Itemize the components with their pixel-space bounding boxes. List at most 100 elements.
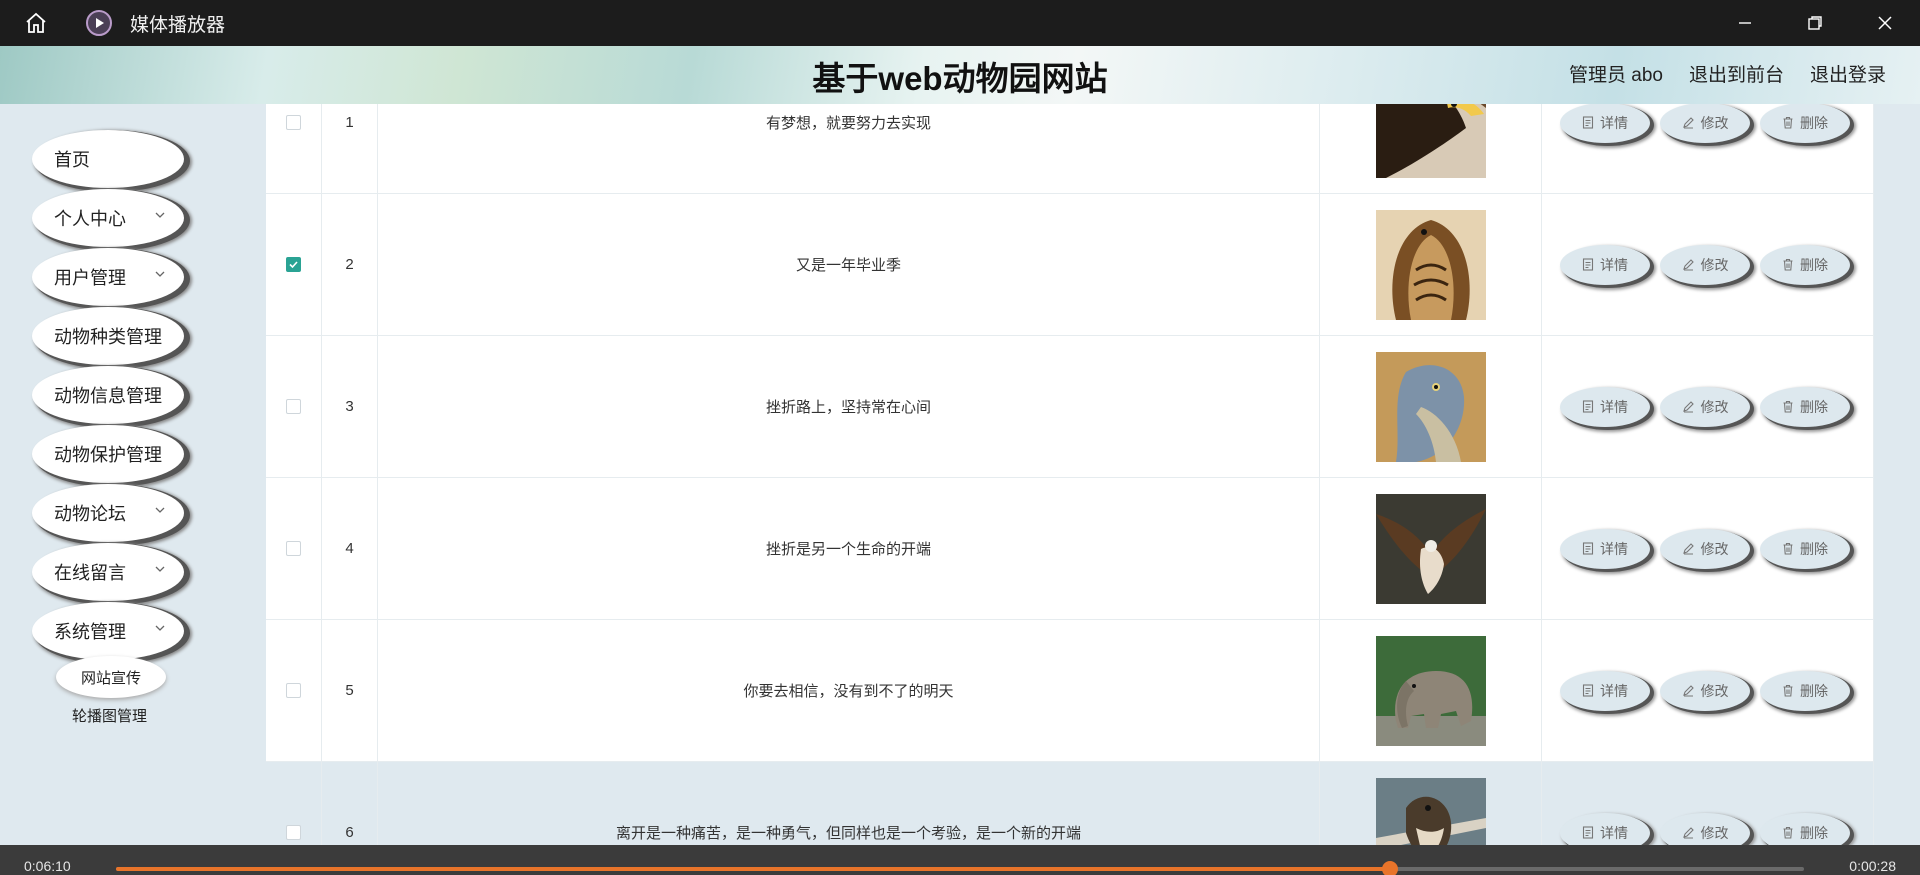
minimize-button[interactable] [1710,0,1780,46]
detail-button[interactable]: 详情 [1560,244,1650,285]
sidebar-item-animal-info[interactable]: 动物信息管理 [32,366,184,424]
detail-button[interactable]: 详情 [1560,386,1650,427]
sidebar-item-animal-protection[interactable]: 动物保护管理 [32,425,184,483]
sidebar-item-label: 首页 [54,150,90,170]
edit-button[interactable]: 修改 [1660,244,1750,285]
document-icon [1582,258,1594,271]
close-button[interactable] [1850,0,1920,46]
sidebar-item-user-management[interactable]: 用户管理 [32,248,184,306]
row-checkbox[interactable] [286,825,301,840]
sidebar-item-label: 系统管理 [54,622,126,642]
media-controls: 0:06:10 0:00:28 [0,845,1920,875]
chevron-down-icon [155,212,165,218]
seek-handle[interactable] [1382,861,1399,875]
sidebar: 首页 个人中心 用户管理 动物种类管理 动物信息管理 动物保护管理 动物论坛 在… [0,104,222,845]
elapsed-time: 0:06:10 [24,858,71,874]
edit-label: 修改 [1700,682,1729,699]
row-index: 6 [322,762,378,845]
admin-label: 管理员 abo [1568,65,1663,86]
edit-label: 修改 [1700,398,1729,415]
row-select-cell [266,194,322,335]
detail-label: 详情 [1600,114,1628,131]
row-checkbox[interactable] [286,257,301,272]
play-icon [86,10,112,36]
row-title: 有梦想，就要努力去实现 [378,104,1320,193]
animal-thumbnail[interactable] [1375,351,1486,462]
detail-button[interactable]: 详情 [1560,104,1650,143]
row-checkbox[interactable] [286,115,301,130]
detail-label: 详情 [1600,540,1628,557]
delete-button[interactable]: 删除 [1760,104,1850,143]
sidebar-item-system-management[interactable]: 系统管理 [32,602,184,660]
sidebar-subitem-promotion[interactable]: 网站宣传 [56,656,166,698]
chevron-down-icon [155,507,165,513]
media-player-window: 媒体播放器 基于web动物园网站 管理员 abo 退出到前台 退出登录 首页 个… [0,0,1920,875]
exit-to-front-link[interactable]: 退出到前台 [1689,60,1784,87]
logout-link[interactable]: 退出登录 [1810,60,1886,87]
trash-icon [1783,684,1793,697]
detail-button[interactable]: 详情 [1560,528,1650,569]
row-actions: 详情 修改 删除 [1542,194,1874,335]
animal-thumbnail[interactable] [1375,777,1486,845]
delete-button[interactable]: 删除 [1760,670,1850,711]
row-checkbox[interactable] [286,683,301,698]
sidebar-item-label: 动物信息管理 [54,386,162,406]
row-image-cell [1320,194,1542,335]
delete-label: 删除 [1800,398,1828,415]
main-content: 1 有梦想，就要努力去实现 详情 修改 删除 2 又是一年毕业季 详情 修改 删除 3 挫折路上，坚持… [222,104,1920,845]
row-select-cell [266,620,322,761]
row-actions: 详情 修改 删除 [1542,104,1874,193]
edit-label: 修改 [1700,824,1729,841]
row-actions: 详情 修改 删除 [1542,336,1874,477]
edit-button[interactable]: 修改 [1660,386,1750,427]
row-index: 3 [322,336,378,477]
edit-button[interactable]: 修改 [1660,104,1750,143]
restore-button[interactable] [1780,0,1850,46]
seek-bar[interactable] [116,861,1804,875]
sidebar-item-home[interactable]: 首页 [32,130,184,188]
document-icon [1582,400,1594,413]
row-image-cell [1320,478,1542,619]
animal-thumbnail[interactable] [1375,635,1486,746]
detail-label: 详情 [1600,256,1628,273]
edit-button[interactable]: 修改 [1660,528,1750,569]
detail-button[interactable]: 详情 [1560,670,1650,711]
detail-label: 详情 [1600,682,1628,699]
delete-label: 删除 [1800,682,1828,699]
delete-label: 删除 [1800,114,1828,131]
edit-button[interactable]: 修改 [1660,670,1750,711]
row-checkbox[interactable] [286,541,301,556]
row-select-cell [266,336,322,477]
sidebar-item-animal-forum[interactable]: 动物论坛 [32,484,184,542]
delete-label: 删除 [1800,824,1828,841]
sidebar-subitem-carousel[interactable]: 轮播图管理 [72,705,147,726]
trash-icon [1783,116,1793,129]
animal-thumbnail[interactable] [1375,209,1486,320]
edit-button[interactable]: 修改 [1660,812,1750,845]
minimize-icon [1739,22,1751,24]
row-checkbox[interactable] [286,399,301,414]
sidebar-item-label: 在线留言 [54,563,126,583]
sidebar-item-animal-species[interactable]: 动物种类管理 [32,307,184,365]
document-icon [1582,684,1594,697]
detail-button[interactable]: 详情 [1560,812,1650,845]
animal-thumbnail[interactable] [1375,493,1486,604]
sidebar-item-label: 动物种类管理 [54,327,162,347]
sidebar-item-online-message[interactable]: 在线留言 [32,543,184,601]
delete-label: 删除 [1800,256,1828,273]
row-title: 你要去相信，没有到不了的明天 [378,620,1320,761]
player-title: 媒体播放器 [130,14,226,36]
site-header: 基于web动物园网站 管理员 abo 退出到前台 退出登录 [0,46,1920,104]
delete-button[interactable]: 删除 [1760,812,1850,845]
row-actions: 详情 修改 删除 [1542,620,1874,761]
close-icon [1878,16,1892,30]
row-index: 4 [322,478,378,619]
document-icon [1582,116,1594,129]
sidebar-item-personal-center[interactable]: 个人中心 [32,189,184,247]
row-title: 又是一年毕业季 [378,194,1320,335]
delete-button[interactable]: 删除 [1760,386,1850,427]
delete-button[interactable]: 删除 [1760,244,1850,285]
animal-thumbnail[interactable] [1375,104,1486,178]
home-button[interactable] [0,0,72,46]
delete-button[interactable]: 删除 [1760,528,1850,569]
